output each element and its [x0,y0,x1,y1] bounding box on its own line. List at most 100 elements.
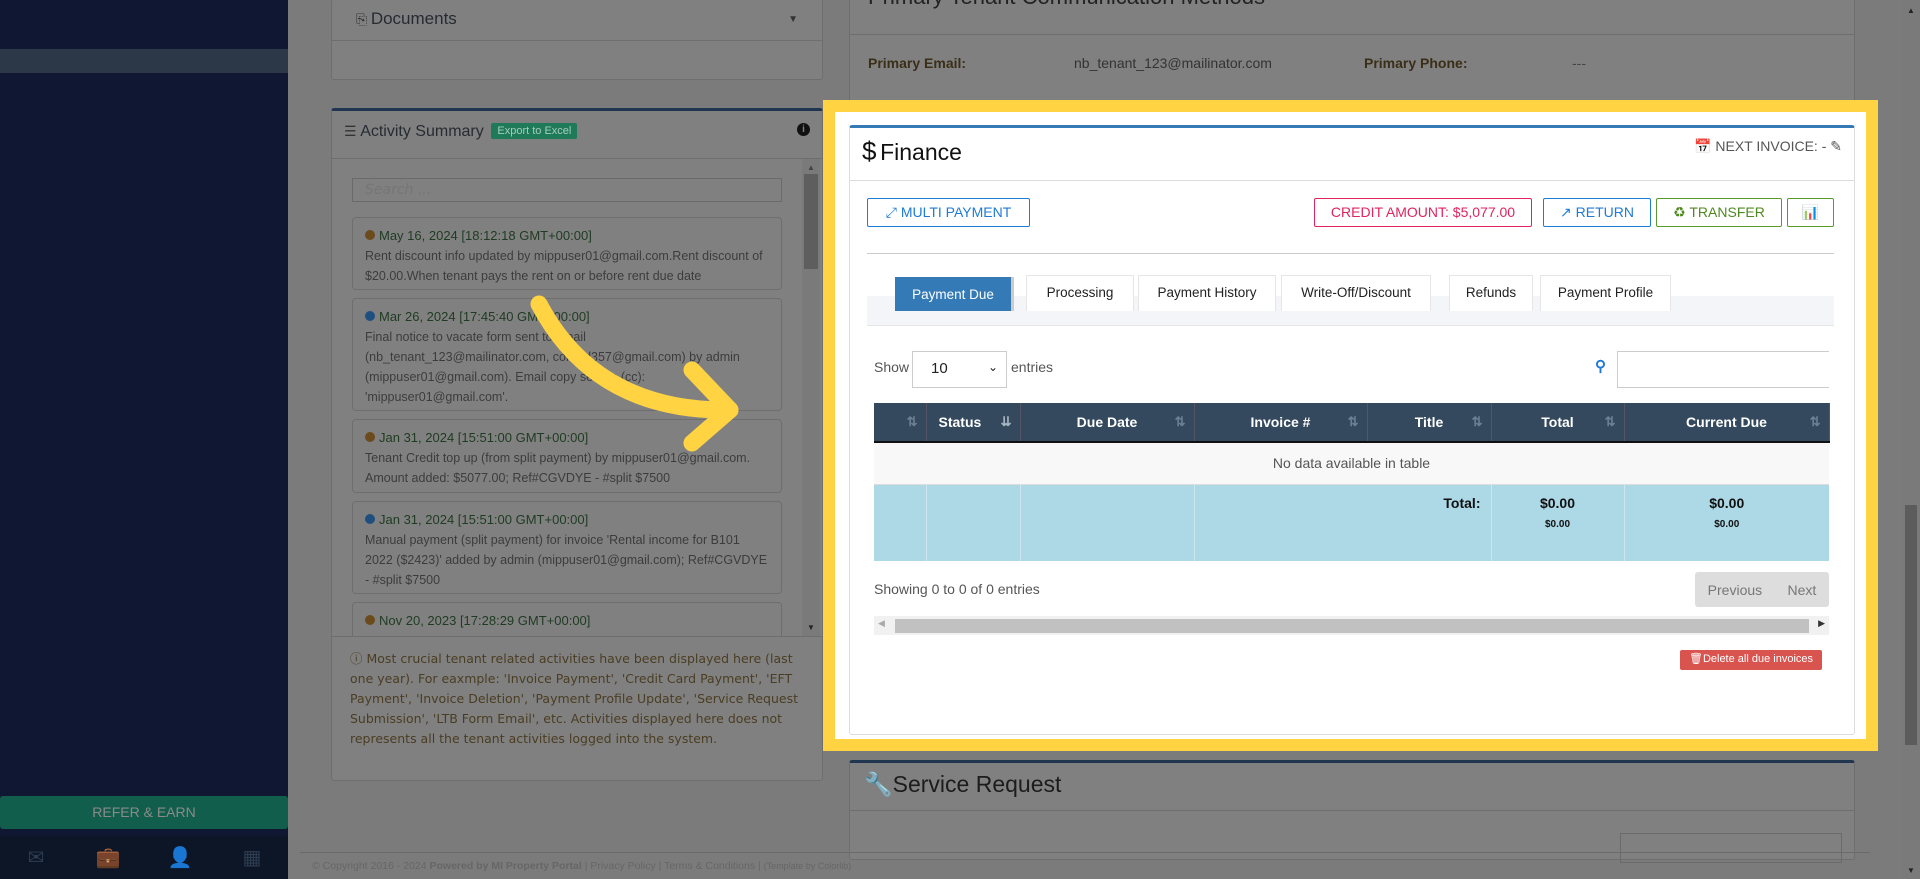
user-icon[interactable]: 👤 [165,845,195,870]
transfer-label: TRANSFER [1689,204,1765,220]
tab-refunds[interactable]: Refunds [1449,275,1533,311]
table-search-input[interactable] [1617,351,1829,388]
table-info: Showing 0 to 0 of 0 entries [874,581,1040,597]
credit-amount-button[interactable]: CREDIT AMOUNT: $5,077.00 [1314,198,1532,227]
status-dot [365,311,375,321]
sort-icon: ⇅ [1604,414,1616,429]
transfer-button[interactable]: ♻ TRANSFER [1656,198,1782,227]
powered-by-link[interactable]: Powered by MI Property Portal [429,860,581,872]
sort-icon: ⇅ [1174,414,1186,429]
activity-date: Mar 26, 2024 [17:45:40 GMT+00:00] [379,309,590,324]
bar-chart-icon: 📊 [1801,204,1820,220]
bar-chart-button[interactable]: 📊 [1787,198,1834,227]
export-excel-button[interactable]: Export to Excel [491,123,578,139]
tab-payment-history[interactable]: Payment History [1138,275,1276,311]
column-header-status[interactable]: Status ⇊ [926,403,1021,442]
email-value: nb_tenant_123@mailinator.com [1074,55,1272,71]
activity-date: May 16, 2024 [18:12:18 GMT+00:00] [379,228,592,243]
activity-date: Jan 31, 2024 [15:51:00 GMT+00:00] [379,512,589,527]
copyright: © Copyright 2016 - 2024 [312,860,427,872]
next-button[interactable]: Next [1788,582,1817,598]
payment-due-table: ⇅ Status ⇊ Due Date ⇅ Invoice # ⇅ Title ⇅ To… [874,403,1830,561]
tab-payment-profile[interactable]: Payment Profile [1540,275,1671,311]
column-header-current-due[interactable]: Current Due ⇅ [1624,403,1830,442]
privacy-link[interactable]: Privacy Policy [590,860,655,872]
table-horizontal-scrollbar[interactable]: ◀ ▶ [874,616,1829,635]
briefcase-icon[interactable]: 💼 [93,845,123,870]
tab-write-off-discount[interactable]: Write-Off/Discount [1281,275,1431,311]
documents-panel: ⎘ Documents ▼ [331,0,823,80]
column-header-due-date[interactable]: Due Date ⇅ [1020,403,1195,442]
next-invoice-text: NEXT INVOICE: - [1715,138,1827,154]
chevron-down-icon[interactable]: ▼ [788,14,798,25]
envelope-icon[interactable]: ✉ [21,845,51,870]
documents-icon: ⎘ [356,11,368,27]
footer: © Copyright 2016 - 2024 Powered by MI Pr… [300,852,1870,879]
calendar-icon: 📅 [1694,138,1712,154]
search-icon: ⚲ [1595,358,1606,375]
activity-item: May 16, 2024 [18:12:18 GMT+00:00] Rent di… [352,217,782,290]
column-label: Current Due [1686,414,1767,430]
column-label: Due Date [1076,414,1138,430]
service-request-panel: 🔧Service Request [849,760,1855,863]
chevron-down-icon: ⌄ [987,360,998,374]
activity-title: Activity Summary [360,123,484,140]
status-dot [365,514,375,524]
list-icon: ☰ [344,123,357,139]
page-length-value: 10 [931,360,948,377]
show-label: Show [874,359,910,375]
current-due-value: $0.00 [1709,494,1745,511]
column-header-invoice[interactable]: Invoice # ⇅ [1194,403,1368,442]
column-header-title[interactable]: Title ⇅ [1367,403,1492,442]
activity-date: Nov 20, 2023 [17:28:29 GMT+00:00] [379,613,591,628]
service-request-header: 🔧Service Request [850,763,1854,811]
activity-text: Tenant Credit top up (from split payment… [365,451,751,485]
delete-all-due-invoices-button[interactable]: 🗑Delete all due invoices [1680,650,1822,670]
sort-icon: ⇅ [1347,414,1359,429]
page-length-select[interactable]: 10 ⌄ [912,351,1007,388]
service-request-title: Service Request [892,771,1062,797]
current-due-cell: $0.00 $0.00 [1623,484,1829,561]
documents-title: Documents [370,9,457,28]
finance-title: Finance [880,139,962,165]
wrench-icon: 🔧 [864,771,893,797]
recycle-icon: ♻ [1673,204,1686,220]
communication-title: Primary Tenant Communication Methods [850,0,1854,35]
expand-icon: ⤢ [885,204,897,220]
refer-earn-button[interactable]: REFER & EARN [0,796,288,829]
previous-button[interactable]: Previous [1708,582,1762,598]
activity-item: Jan 31, 2024 [15:51:00 GMT+00:00] Manual … [352,501,782,594]
tab-payment-due[interactable]: Payment Due [895,277,1011,311]
activity-search-input[interactable] [352,178,782,202]
page-scrollbar[interactable]: ▲ ▼ [1902,0,1920,879]
return-button[interactable]: ↗ RETURN [1543,198,1651,227]
phone-value: --- [1572,55,1586,71]
column-header-total[interactable]: Total ⇅ [1491,403,1625,442]
finance-header: $ Finance 📅 NEXT INVOICE: - ✎ [850,128,1854,181]
activity-header: ☰ Activity Summary Export to Excel i [332,111,822,159]
multi-payment-button[interactable]: ⤢ MULTI PAYMENT [867,198,1030,227]
activity-text: Rent discount info updated by mippuser01… [365,249,763,283]
activity-note: ⓘ Most crucial tenant related activities… [332,636,822,776]
total-row: Total: $0.00 $0.00 $0.00 $0.00 [874,484,1829,561]
template-credit: (Template by Colorlib) [763,861,852,871]
sidebar-active-item[interactable] [0,49,288,73]
column-header-select[interactable]: ⇅ [874,403,927,442]
sort-icon: ⇅ [906,414,918,429]
sort-icon: ⇅ [1471,414,1483,429]
activity-item: Nov 20, 2023 [17:28:29 GMT+00:00] [352,602,782,636]
column-label: Invoice # [1250,414,1311,430]
total-label: Total: [1443,494,1481,511]
sidebar [0,0,288,879]
documents-header[interactable]: ⎘ Documents ▼ [332,0,822,41]
info-icon[interactable]: i [797,123,810,136]
dollar-icon: $ [862,136,877,166]
terms-link[interactable]: Terms & Conditions [664,860,755,872]
calculator-icon[interactable]: ▦ [237,845,267,870]
status-dot [365,432,375,442]
activity-scrollbar[interactable]: ▲ ▼ [802,159,820,636]
phone-label: Primary Phone: [1364,55,1468,71]
current-due-sub-value: $0.00 [1714,518,1740,530]
edit-icon[interactable]: ✎ [1830,138,1842,154]
tab-processing[interactable]: Processing [1026,275,1134,311]
